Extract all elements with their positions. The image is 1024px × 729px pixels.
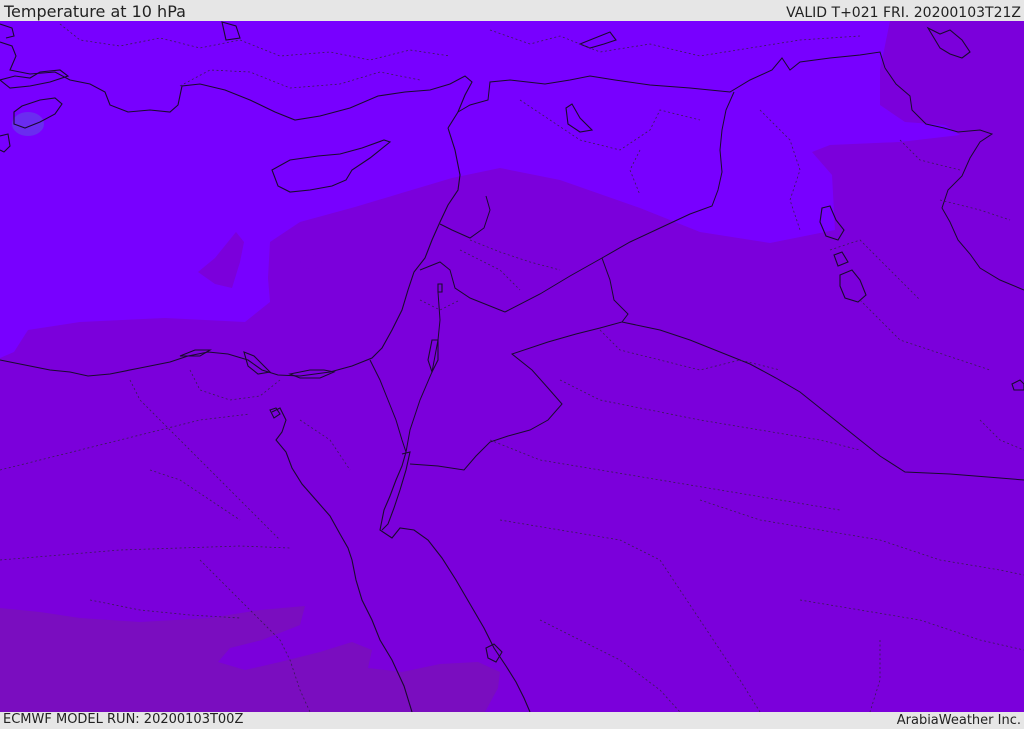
temperature-field-cool-spot [300,255,322,269]
header-bar: Temperature at 10 hPa VALID T+021 FRI. 2… [0,0,1024,21]
model-run: ECMWF MODEL RUN: 20200103T00Z [3,712,244,727]
temperature-field-spot [12,112,44,136]
map-title: Temperature at 10 hPa [4,2,186,21]
footer-bar: ECMWF MODEL RUN: 20200103T00Z ArabiaWeat… [0,712,1024,729]
valid-time: VALID T+021 FRI. 20200103T21Z [786,5,1021,21]
credit: ArabiaWeather Inc. [896,713,1021,728]
weather-map [0,21,1024,712]
